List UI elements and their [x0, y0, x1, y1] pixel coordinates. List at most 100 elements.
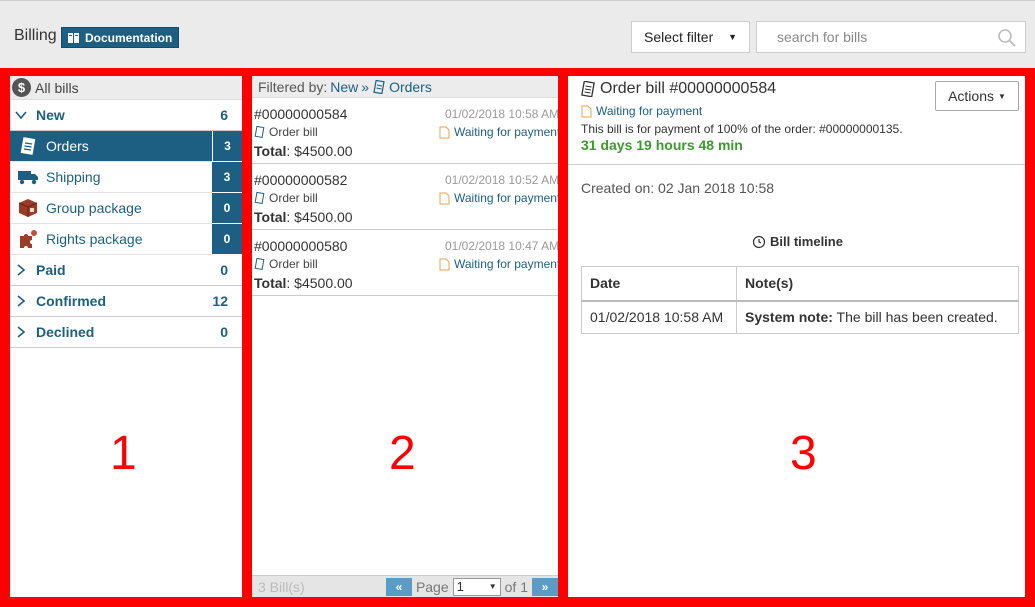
document-icon: [581, 105, 592, 117]
page-total: of 1: [504, 578, 528, 595]
bill-icon: [373, 79, 385, 94]
sidebar-item-label: Orders: [46, 138, 89, 154]
bill-type: Order bill: [254, 257, 318, 271]
group-count: 0: [220, 324, 228, 340]
panel-number-label: 1: [110, 427, 137, 480]
created-on: Created on: 02 Jan 2018 10:58: [581, 180, 775, 196]
group-declined[interactable]: Declined 0: [10, 317, 242, 348]
package-icon: [14, 196, 42, 220]
sidebar-item-label: Group package: [46, 200, 142, 216]
bill-list-item[interactable]: #00000000584 01/02/2018 10:58 AM Order b…: [252, 98, 558, 164]
bill-status: Waiting for payment: [439, 257, 558, 271]
group-label: New: [36, 107, 65, 123]
group-label: Confirmed: [36, 293, 106, 309]
bill-total: Total: $4500.00: [254, 143, 353, 159]
bill-list-item[interactable]: #00000000580 01/02/2018 10:47 AM Order b…: [252, 230, 558, 296]
document-icon: [439, 126, 450, 138]
chevron-down-icon: [10, 109, 32, 121]
group-count: 0: [220, 262, 228, 278]
group-new[interactable]: New 6: [10, 100, 242, 131]
group-confirmed[interactable]: Confirmed 12: [10, 286, 242, 317]
group-count: 6: [220, 107, 228, 123]
bill-icon: [254, 126, 265, 138]
sidebar-item-group-package[interactable]: Group package 0: [10, 193, 242, 224]
bill-detail-panel: Order bill #00000000584 Waiting for paym…: [568, 76, 1025, 597]
caret-down-icon: ▼: [728, 32, 737, 42]
table-row: 01/02/2018 10:58 AM System note: The bil…: [581, 300, 1019, 334]
bill-total: Total: $4500.00: [254, 209, 353, 225]
chevron-right-icon: [10, 326, 32, 338]
app-title: Billing: [14, 27, 57, 44]
panel-number-label: 2: [389, 427, 416, 480]
bill-categories-panel: $ All bills New 6 Orders 3 Shipping 3 Gr…: [10, 76, 242, 597]
documentation-label: Documentation: [85, 30, 173, 45]
total-value: : $4500.00: [286, 209, 353, 225]
next-page-button[interactable]: »: [532, 577, 558, 596]
filter-select[interactable]: Select filter ▼: [631, 21, 750, 53]
bill-date: 01/02/2018 10:58 AM: [445, 107, 558, 121]
breadcrumb-separator: »: [361, 78, 370, 95]
column-header-date: Date: [581, 266, 737, 302]
timeline-table: Date Note(s) 01/02/2018 10:58 AM System …: [581, 266, 1019, 334]
bill-icon: [581, 81, 595, 97]
all-bills-item[interactable]: $ All bills: [10, 76, 242, 100]
sidebar-item-count: 0: [212, 224, 242, 255]
document-icon: [439, 258, 450, 270]
group-label: Paid: [36, 262, 66, 278]
actions-button[interactable]: Actions ▼: [935, 81, 1019, 111]
bill-status-label: Waiting for payment: [454, 125, 558, 139]
time-remaining: 31 days 19 hours 48 min: [581, 137, 743, 153]
clock-icon: [752, 235, 766, 248]
bill-status: Waiting for payment: [439, 191, 558, 205]
panel-number-label: 3: [790, 427, 817, 480]
search-icon[interactable]: [997, 28, 1017, 48]
actions-label: Actions: [948, 88, 994, 104]
total-label: Total: [254, 275, 287, 291]
total-label: Total: [254, 143, 287, 159]
filtered-by-label: Filtered by:: [258, 78, 328, 95]
bill-status: Waiting for payment: [439, 125, 558, 139]
sidebar-item-rights-package[interactable]: Rights package 0: [10, 224, 242, 255]
detail-status-label: Waiting for payment: [596, 104, 703, 118]
total-value: : $4500.00: [286, 275, 353, 291]
sidebar-item-label: Shipping: [46, 169, 101, 185]
all-bills-label: All bills: [35, 79, 79, 96]
dollar-icon: $: [12, 78, 31, 97]
bill-icon: [254, 258, 265, 270]
bill-number: #00000000584: [254, 106, 348, 122]
search-input[interactable]: search for bills: [756, 21, 1026, 53]
timeline-title: Bill timeline: [752, 234, 843, 249]
sidebar-item-orders[interactable]: Orders 3: [10, 131, 242, 162]
bill-status-label: Waiting for payment: [454, 191, 558, 205]
bill-type: Order bill: [254, 191, 318, 205]
table-header-row: Date Note(s): [581, 266, 1019, 302]
bill-list-panel: Filtered by: New » Orders #00000000584 0…: [252, 76, 558, 597]
detail-title: Order bill #00000000584: [580, 80, 776, 98]
bill-type-label: Order bill: [269, 191, 318, 205]
group-paid[interactable]: Paid 0: [10, 255, 242, 286]
bill-number: #00000000582: [254, 172, 348, 188]
total-value: : $4500.00: [286, 143, 353, 159]
sidebar-item-count: 0: [212, 193, 242, 224]
truck-icon: [14, 165, 42, 189]
chevron-right-icon: [10, 264, 32, 276]
note-text: The bill has been created.: [832, 309, 998, 326]
group-count: 12: [212, 293, 228, 309]
pagination-bar: 3 Bill(s) « Page 1 ▼ of 1 »: [252, 575, 558, 597]
bill-type-label: Order bill: [269, 125, 318, 139]
breadcrumb-orders[interactable]: Orders: [389, 79, 432, 95]
breadcrumb-new[interactable]: New: [330, 79, 358, 95]
bill-type-label: Order bill: [269, 257, 318, 271]
book-icon: [68, 32, 79, 43]
page-select[interactable]: 1 ▼: [452, 577, 501, 596]
sidebar-item-shipping[interactable]: Shipping 3: [10, 162, 242, 193]
cell-note: System note: The bill has been created.: [736, 300, 1019, 334]
documentation-button[interactable]: Documentation: [61, 27, 180, 48]
document-icon: [439, 192, 450, 204]
page-select-value: 1: [456, 579, 464, 594]
bill-date: 01/02/2018 10:52 AM: [445, 173, 558, 187]
bill-status-label: Waiting for payment: [454, 257, 558, 271]
bill-list-item[interactable]: #00000000582 01/02/2018 10:52 AM Order b…: [252, 164, 558, 230]
header-bar: Billing Documentation Select filter ▼ se…: [0, 0, 1035, 70]
prev-page-button[interactable]: «: [385, 577, 412, 596]
